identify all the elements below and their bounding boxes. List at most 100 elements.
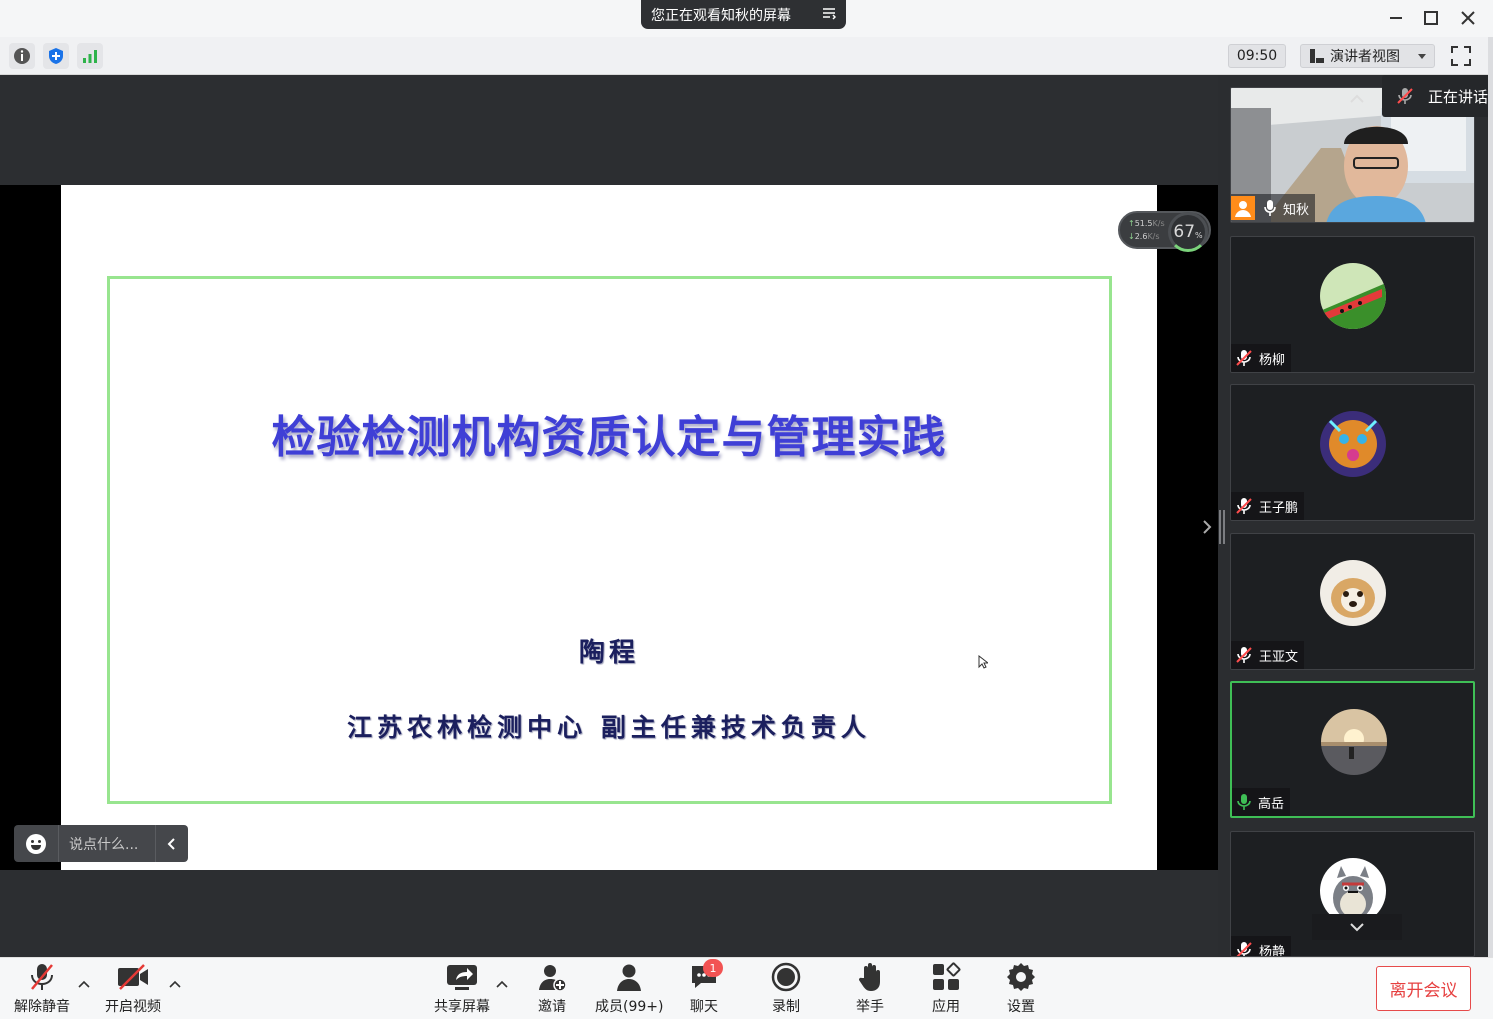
members-button[interactable]: 成员(99+) [595,960,663,1018]
avatar [1321,709,1387,775]
fullscreen-icon[interactable] [1448,43,1474,69]
participant-name: 王亚文 [1259,649,1299,665]
microphone-muted-icon [1236,350,1252,366]
network-rates: ↑51.5K/s ↓2.6K/s [1128,219,1165,241]
share-notice-text: 您正在观看知秋的屏幕 [651,7,791,24]
settings-button[interactable]: 设置 [1004,960,1038,1018]
participant-tile[interactable]: 王子鹏 [1230,384,1475,521]
meeting-toolbar: 09:50 演讲者视图 [0,37,1493,75]
chevron-up-icon[interactable] [1346,88,1368,110]
chevron-down-icon [1350,923,1364,932]
chat-label: 聊天 [690,999,718,1015]
security-shield-icon[interactable] [43,43,69,69]
chevron-down-icon [1418,54,1426,59]
chat-input-bar[interactable]: 说点什么... [14,825,188,862]
info-icon[interactable] [9,43,35,69]
participant-name: 高岳 [1258,796,1285,812]
invite-button[interactable]: 邀请 [535,960,569,1018]
signal-icon[interactable] [77,43,103,69]
participant-name: 杨静 [1259,944,1286,957]
usage-percent-unit: % [1195,230,1203,240]
participant-name: 杨柳 [1259,352,1286,368]
participant-name-bar: 杨柳 [1231,344,1292,372]
chevron-up-icon[interactable] [496,980,508,988]
participant-name-bar: 知秋 [1231,194,1316,222]
raise-hand-icon [858,963,880,991]
letterbox-left [0,185,61,870]
participant-tile[interactable]: 杨柳 [1230,236,1475,373]
upload-unit: K/s [1152,219,1165,228]
upload-rate: 51.5 [1134,219,1153,228]
slide-organization: 江苏农林检测中心 副主任兼技术负责人 [347,713,871,742]
apps-icon [933,962,961,990]
record-button[interactable]: 录制 [769,960,803,1018]
video-off-icon [118,964,148,990]
participant-name-bar: 王子鹏 [1231,492,1305,520]
minimize-icon[interactable] [1386,8,1406,28]
add-user-icon [539,965,567,992]
slide-author: 陶程 [578,638,639,668]
slide-title: 检验检测机构资质认定与管理实践 [271,412,947,463]
unmute-label: 解除静音 [14,999,70,1015]
usage-percent: 67 [1173,222,1196,242]
unread-badge: 1 [703,959,723,977]
avatar [1320,263,1386,329]
gear-icon [1007,963,1035,991]
start-video-button[interactable]: 开启视频 [105,960,161,1018]
microphone-active-icon [1237,794,1251,810]
raise-hand-button[interactable]: 举手 [853,960,887,1018]
raise-hand-label: 举手 [856,999,884,1015]
meeting-timer: 09:50 [1228,44,1286,68]
close-icon[interactable] [1458,8,1478,28]
menu-icon[interactable] [822,6,836,20]
participant-name-bar: 王亚文 [1231,641,1305,669]
share-screen-button[interactable]: 共享屏幕 [434,960,490,1018]
record-label: 录制 [772,999,800,1015]
participant-tile[interactable]: 王亚文 [1230,533,1475,670]
emoji-icon[interactable] [14,825,59,862]
view-mode-label: 演讲者视图 [1330,49,1400,65]
share-screen-icon [447,965,477,990]
share-screen-label: 共享屏幕 [434,999,490,1015]
speaking-label: 正在讲话 [1428,87,1489,106]
chevron-right-icon[interactable] [1199,515,1215,539]
leave-meeting-button[interactable]: 离开会议 [1376,966,1471,1011]
unmute-button[interactable]: 解除静音 [14,960,70,1018]
download-rate: 2.6 [1134,232,1148,241]
screen-share-notice[interactable]: 您正在观看知秋的屏幕 [641,0,846,29]
meeting-control-bar: 解除静音 开启视频 共享屏幕 邀请 成员(99+) 聊天 1 录制 举手 应用 … [0,957,1493,1019]
network-monitor-widget[interactable]: ↑51.5K/s ↓2.6K/s 67% [1118,211,1211,252]
view-mode-dropdown[interactable]: 演讲者视图 [1300,44,1435,68]
maximize-icon[interactable] [1421,8,1441,28]
avatar [1320,411,1386,477]
host-icon [1231,196,1255,220]
microphone-muted-icon [1397,88,1413,104]
shared-screen-stage: 检验检测机构资质认定与管理实践 陶程 江苏农林检测中心 副主任兼技术负责人 ↑5… [0,75,1218,957]
participant-name-bar: 杨静 [1231,936,1292,957]
settings-label: 设置 [1007,999,1035,1015]
usage-gauge: 67% [1168,212,1208,252]
apps-label: 应用 [932,999,960,1015]
start-video-label: 开启视频 [105,999,161,1015]
speaking-indicator: 正在讲话 [1382,75,1493,117]
members-label: 成员(99+) [595,999,664,1015]
chevron-up-icon[interactable] [78,980,90,988]
participant-tile-active[interactable]: 高岳 [1230,681,1475,818]
avatar [1320,560,1386,626]
microphone-muted-icon [1236,942,1252,956]
chevron-left-icon[interactable] [155,825,188,862]
microphone-muted-icon [1236,498,1252,514]
presentation-slide: 检验检测机构资质认定与管理实践 陶程 江苏农林检测中心 副主任兼技术负责人 [61,185,1157,870]
members-icon [617,964,642,991]
chat-input-placeholder[interactable]: 说点什么... [59,834,155,854]
title-bar: 您正在观看知秋的屏幕 [0,0,1493,37]
gallery-scroll-down[interactable] [1312,914,1402,940]
window-edge [1488,37,1493,957]
participant-gallery: 知秋 杨柳 王子鹏 王亚文 高岳 杨静 [1226,75,1493,957]
panel-resize-handle[interactable] [1219,510,1225,544]
microphone-muted-icon [31,964,53,990]
record-icon [771,962,801,992]
speaker-view-icon [1310,49,1324,63]
apps-button[interactable]: 应用 [929,960,963,1018]
chevron-up-icon[interactable] [169,980,181,988]
